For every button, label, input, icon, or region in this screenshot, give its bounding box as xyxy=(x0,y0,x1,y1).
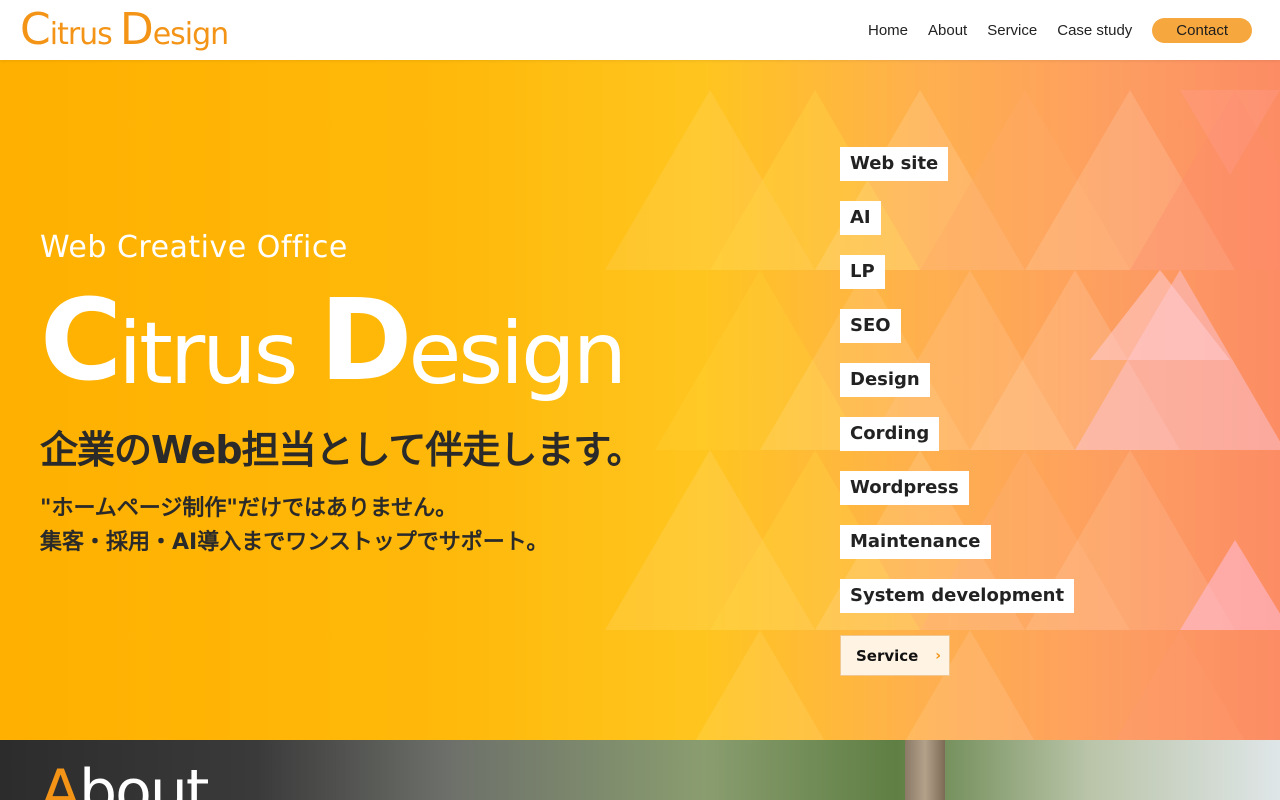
tree-trunk-photo xyxy=(905,740,945,800)
hero-section: Web Creative Office Citrus Design 企業のWeb… xyxy=(0,60,1280,740)
about-section: About xyxy=(0,740,1280,800)
tag-cording: Cording xyxy=(840,417,940,451)
hero-logo-text: esign xyxy=(408,304,627,404)
logo-letter: C xyxy=(20,4,51,55)
service-tags: Web site AI LP SEO Design Cording Wordpr… xyxy=(840,147,1075,676)
tag-web-site: Web site xyxy=(840,147,949,181)
hero-logo-text: itrus xyxy=(118,304,298,404)
hero-logo-letter: D xyxy=(319,276,413,406)
tag-wordpress: Wordpress xyxy=(840,471,969,505)
nav-case-study[interactable]: Case study xyxy=(1057,22,1132,39)
tag-lp: LP xyxy=(840,255,885,289)
hero-logo-letter: C xyxy=(40,276,122,406)
hero-tagline: Web Creative Office xyxy=(40,230,348,265)
site-header: Citrus Design Home About Service Case st… xyxy=(0,0,1280,60)
hero-copy: Web Creative Office Citrus Design 企業のWeb… xyxy=(40,230,648,560)
logo-letter: D xyxy=(119,4,154,55)
tag-ai: AI xyxy=(840,201,881,235)
hero-logo: Citrus Design xyxy=(40,285,648,397)
tag-system-development: System development xyxy=(840,579,1075,613)
logo-text: esign xyxy=(152,17,229,52)
nav-home[interactable]: Home xyxy=(868,22,908,39)
logo-text: itrus xyxy=(49,17,113,52)
nav-service[interactable]: Service xyxy=(987,22,1037,39)
hero-subtext-line: 集客・採用・AI導入までワンストップでサポート。 xyxy=(40,530,549,555)
tag-design: Design xyxy=(840,363,930,397)
hero-headline: 企業のWeb担当として伴走します。 xyxy=(40,428,645,472)
chevron-right-icon: › xyxy=(935,647,941,664)
main-nav: Home About Service Case study Contact xyxy=(868,17,1252,43)
tag-maintenance: Maintenance xyxy=(840,525,991,559)
about-title-text: bout xyxy=(79,757,209,800)
service-button[interactable]: Service › xyxy=(840,635,950,676)
nav-about[interactable]: About xyxy=(928,22,967,39)
about-title-letter: A xyxy=(40,757,81,800)
tag-seo: SEO xyxy=(840,309,901,343)
hero-subtext: "ホームページ制作"だけではありません。 集客・採用・AI導入までワンストップで… xyxy=(40,492,648,560)
hero-subtext-line: "ホームページ制作"だけではありません。 xyxy=(40,496,458,521)
contact-button[interactable]: Contact xyxy=(1152,17,1252,43)
about-title: About xyxy=(40,762,209,800)
header-logo[interactable]: Citrus Design xyxy=(20,8,236,52)
service-button-label: Service xyxy=(856,646,919,665)
